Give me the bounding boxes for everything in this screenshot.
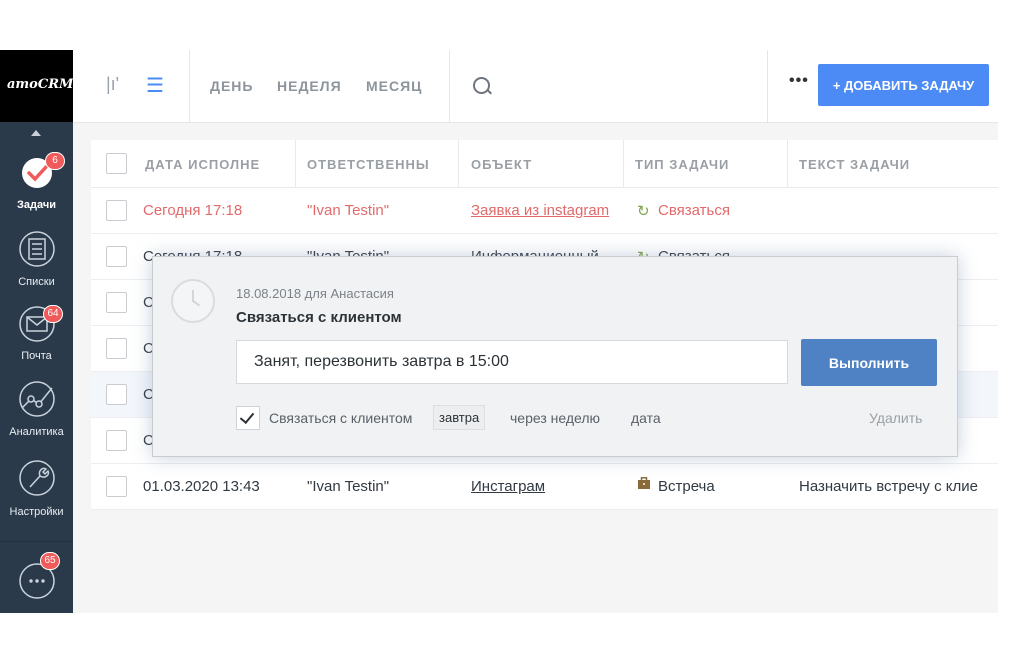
sidebar-item-tasks[interactable]: 6 Задачи [0,152,73,214]
sidebar-item-label: Аналитика [9,426,64,438]
task-title: Связаться с клиентом [236,309,402,326]
sidebar: amoCRM. 6 Задачи Списки 64 Почта Аналити… [0,50,78,613]
column-divider [787,140,788,187]
logo-text: amoCRM. [7,77,78,92]
tomorrow-chip[interactable]: завтра [433,405,486,430]
sidebar-item-label: Задачи [17,199,56,211]
chat-badge: 65 [40,552,60,570]
column-header-date[interactable]: ДАТА ИСПОЛНЕ [145,157,285,172]
sidebar-item-chats[interactable]: 65 [0,552,73,602]
row-checkbox[interactable] [106,384,127,405]
sidebar-divider [0,541,73,542]
task-date: Сегодня 17:18 [143,202,243,219]
period-month[interactable]: МЕСЯЦ [366,78,422,94]
task-text: Назначить встречу с клие [799,478,978,495]
date-option[interactable]: дата [631,410,661,426]
clock-icon [171,279,215,323]
task-responsible[interactable]: "Ivan Testin" [307,478,452,495]
row-checkbox[interactable] [106,246,127,267]
mail-badge: 64 [43,305,63,323]
task-date: 01.03.2020 13:43 [143,478,260,495]
next-week-option[interactable]: через неделю [510,410,600,426]
sidebar-item-mail[interactable]: 64 Почта [0,305,73,365]
period-day[interactable]: ДЕНЬ [210,78,253,94]
tasks-badge: 6 [45,152,65,170]
sidebar-item-label: Почта [21,350,52,362]
row-checkbox[interactable] [106,292,127,313]
task-object-link[interactable]: Инстаграм [471,478,613,495]
scroll-up-icon[interactable] [31,130,41,136]
task-object-link[interactable]: Заявка из instagram [471,202,613,219]
contact-refresh-icon: ↻ [637,203,650,220]
list-view-icon[interactable]: ☰ [146,73,164,98]
lists-icon [19,231,55,267]
toolbar-divider [449,50,450,122]
follow-up-type-label[interactable]: Связаться с клиентом [269,410,412,426]
table-header: ДАТА ИСПОЛНЕ ОТВЕТСТВЕННЫ ОБЪЕКТ ТИП ЗАД… [91,140,998,188]
task-meta: 18.08.2018 для Анастасия [236,286,394,301]
column-header-text[interactable]: ТЕКСТ ЗАДАЧИ [799,157,989,172]
follow-up-checkbox[interactable] [236,406,260,430]
complete-button[interactable]: Выполнить [801,339,937,386]
table-row[interactable]: Сегодня 17:18 "Ivan Testin" Заявка из in… [91,188,998,234]
search-icon[interactable] [473,77,490,94]
column-header-object[interactable]: ОБЪЕКТ [471,157,621,172]
more-options-button[interactable]: ••• [789,72,809,90]
row-checkbox[interactable] [106,200,127,221]
select-all-checkbox[interactable] [106,153,127,174]
logo[interactable]: amoCRM. [0,50,78,122]
sidebar-item-settings[interactable]: Настройки [0,459,73,519]
task-responsible[interactable]: "Ivan Testin" [307,202,452,219]
toolbar-divider [189,50,190,122]
column-header-responsible[interactable]: ОТВЕТСТВЕННЫ [307,157,447,172]
task-complete-popup: 18.08.2018 для Анастасия Связаться с кли… [152,256,958,457]
briefcase-icon [637,477,651,494]
row-checkbox[interactable] [106,476,127,497]
task-type: Связаться [658,202,730,219]
column-divider [623,140,624,187]
toolbar-divider [767,50,768,122]
add-task-button[interactable]: + ДОБАВИТЬ ЗАДАЧУ [818,64,989,106]
column-header-type[interactable]: ТИП ЗАДАЧИ [635,157,775,172]
result-input[interactable] [236,340,788,384]
sidebar-item-lists[interactable]: Списки [0,230,73,290]
settings-wrench-icon [19,460,55,496]
task-type: Встреча [658,478,715,495]
pipeline-view-icon[interactable]: |ı' [106,74,119,95]
row-checkbox[interactable] [106,430,127,451]
sidebar-item-analytics[interactable]: Аналитика [0,380,73,440]
column-divider [458,140,459,187]
column-divider [295,140,296,187]
period-week[interactable]: НЕДЕЛЯ [277,78,342,94]
row-checkbox[interactable] [106,338,127,359]
toolbar: |ı' ☰ ДЕНЬ НЕДЕЛЯ МЕСЯЦ ••• + ДОБАВИТЬ З… [73,50,998,123]
delete-link[interactable]: Удалить [869,410,922,426]
sidebar-item-label: Настройки [9,506,64,518]
analytics-icon [19,381,55,417]
sidebar-item-label: Списки [18,276,55,288]
table-row[interactable]: 01.03.2020 13:43 "Ivan Testin" Инстаграм… [91,464,998,510]
